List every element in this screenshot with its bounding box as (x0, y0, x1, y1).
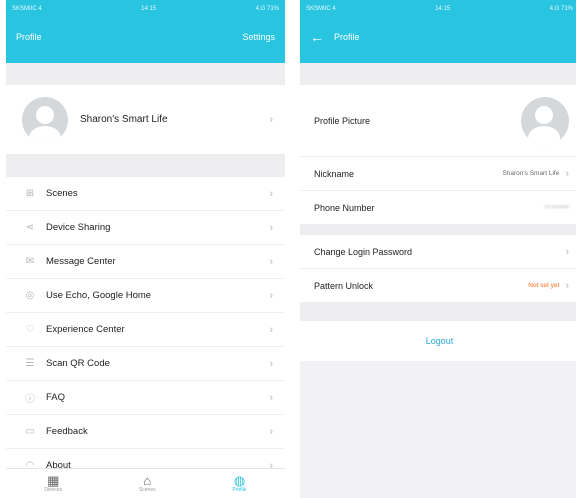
chevron-right-icon: › (269, 425, 273, 438)
echo-icon: ◎ (25, 290, 35, 301)
menu-item-label: Feedback (46, 426, 88, 437)
chevron-right-icon: › (269, 187, 273, 200)
status-time: 14:15 (141, 6, 157, 12)
share-icon: ⋖ (25, 222, 35, 233)
menu-item-label: Use Echo, Google Home (46, 290, 152, 301)
bottom-tab-bar: ▦ Devices ⌂ Scenes ◍ Profile (6, 468, 285, 498)
chevron-right-icon: › (565, 167, 569, 180)
status-time: 14:15 (435, 6, 451, 12)
menu-item-label: Scan QR Code (46, 358, 110, 369)
status-battery: 4.G 71% (255, 6, 279, 12)
avatar (521, 96, 569, 145)
section-spacer (6, 155, 285, 177)
pattern-unlock-status: Not set yet (528, 282, 560, 289)
profile-screen: SKSMIIC 4 14:15 4.G 71% Profile Settings… (6, 0, 285, 498)
tab-devices[interactable]: ▦ Devices (44, 474, 62, 493)
scenes-icon: ⊞ (25, 188, 35, 199)
qr-icon: ☰ (25, 358, 35, 369)
menu-item-label: Scenes (46, 188, 78, 199)
profile-info-card: Profile Picture Nickname Sharon's Smart … (300, 85, 576, 225)
phone-number-label: Phone Number (314, 202, 375, 213)
profile-picture-row[interactable]: Profile Picture (300, 85, 576, 157)
status-carrier: SKSMIIC 4 (12, 6, 42, 12)
menu-item-label: Experience Center (46, 324, 125, 335)
tab-scenes[interactable]: ⌂ Scenes (139, 474, 156, 493)
app-bar: ← Profile (300, 18, 576, 63)
page-title: Profile (334, 31, 360, 42)
logout-button[interactable]: Logout (300, 321, 576, 361)
change-password-row[interactable]: Change Login Password › (300, 235, 576, 269)
app-bar: Profile Settings (6, 18, 285, 63)
menu-list: ⊞ Scenes › ⋖ Device Sharing › ✉ Message … (6, 177, 285, 483)
chevron-right-icon: › (269, 113, 273, 126)
heart-icon: ♡ (25, 324, 35, 335)
status-battery: 4.G 71% (549, 6, 573, 12)
chevron-right-icon: › (565, 245, 569, 258)
chevron-right-icon: › (269, 391, 273, 404)
menu-item-label: Message Center (46, 256, 116, 267)
menu-item-scenes[interactable]: ⊞ Scenes › (6, 177, 285, 211)
section-spacer (300, 225, 576, 235)
security-card: Change Login Password › Pattern Unlock N… (300, 235, 576, 303)
message-icon: ✉ (25, 256, 35, 267)
tab-profile[interactable]: ◍ Profile (232, 474, 246, 493)
menu-item-feedback[interactable]: ▭ Feedback › (6, 415, 285, 449)
profile-detail-screen: SKSMIIC 4 14:15 4.G 71% ← Profile Profil… (300, 0, 576, 498)
menu-item-device-sharing[interactable]: ⋖ Device Sharing › (6, 211, 285, 245)
chevron-right-icon: › (269, 323, 273, 336)
menu-item-faq[interactable]: ⓘ FAQ › (6, 381, 285, 415)
menu-item-message-center[interactable]: ✉ Message Center › (6, 245, 285, 279)
chevron-right-icon: › (269, 221, 273, 234)
settings-button[interactable]: Settings (242, 32, 275, 42)
home-icon: ⌂ (143, 473, 152, 488)
chevron-right-icon: › (269, 255, 273, 268)
profile-picture-label: Profile Picture (314, 115, 371, 126)
tab-label: Devices (44, 487, 63, 493)
pattern-unlock-row[interactable]: Pattern Unlock Not set yet › (300, 269, 576, 303)
profile-name: Sharon's Smart Life (80, 114, 168, 125)
avatar (22, 96, 68, 143)
menu-item-experience-center[interactable]: ♡ Experience Center › (6, 313, 285, 347)
app-bar-left: ← Profile (310, 30, 360, 44)
section-spacer (6, 63, 285, 85)
faq-icon: ⓘ (25, 394, 35, 405)
menu-item-scan-qr-code[interactable]: ☰ Scan QR Code › (6, 347, 285, 381)
feedback-icon: ▭ (25, 426, 35, 437)
status-bar: SKSMIIC 4 14:15 4.G 71% (6, 0, 285, 18)
nickname-label: Nickname (314, 168, 355, 179)
section-spacer (300, 63, 576, 85)
chevron-right-icon: › (269, 357, 273, 370)
phone-number-value: ••• •••••••••• (544, 204, 570, 211)
status-bar: SKSMIIC 4 14:15 4.G 71% (300, 0, 576, 18)
profile-card[interactable]: Sharon's Smart Life › (6, 85, 285, 155)
status-carrier: SKSMIIC 4 (306, 6, 336, 12)
nickname-row[interactable]: Nickname Sharon's Smart Life › (300, 157, 576, 191)
section-spacer (300, 303, 576, 321)
tab-label: Profile (232, 487, 247, 493)
chevron-right-icon: › (565, 279, 569, 292)
chevron-right-icon: › (269, 289, 273, 302)
devices-icon: ▦ (47, 473, 60, 488)
screenshot-stage: SKSMIIC 4 14:15 4.G 71% Profile Settings… (0, 0, 576, 498)
pattern-unlock-label: Pattern Unlock (314, 280, 374, 291)
profile-icon: ◍ (233, 473, 246, 488)
nickname-value: Sharon's Smart Life (502, 170, 560, 177)
menu-item-label: FAQ (46, 392, 66, 403)
menu-item-label: Device Sharing (46, 222, 111, 233)
menu-item-echo-google-home[interactable]: ◎ Use Echo, Google Home › (6, 279, 285, 313)
phone-number-row: Phone Number ••• •••••••••• (300, 191, 576, 225)
page-title: Profile (16, 31, 42, 42)
tab-label: Scenes (138, 487, 156, 493)
change-password-label: Change Login Password (314, 246, 413, 257)
back-arrow-icon[interactable]: ← (310, 30, 324, 44)
